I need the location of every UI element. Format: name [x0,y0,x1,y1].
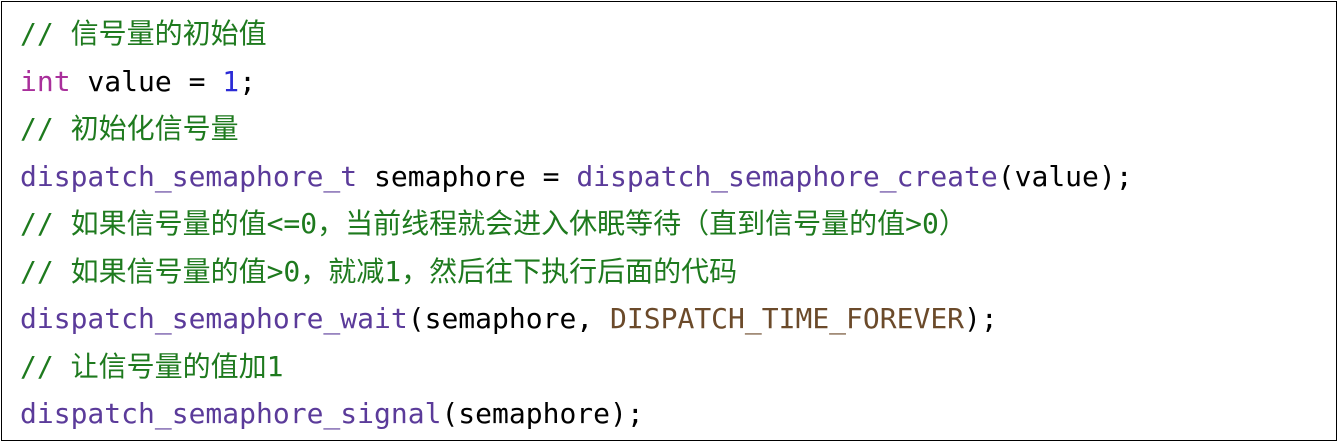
comment-initial-value: // 信号量的初始值 [20,17,267,50]
code-line-4: dispatch_semaphore_t semaphore = dispatc… [20,153,1336,201]
wait-arguments-open: (semaphore, [407,302,611,335]
code-snippet-frame: // 信号量的初始值 int value = 1;// 初始化信号量 dispatc… [1,1,1337,441]
comment-decrement-behavior: // 如果信号量的值>0，就减1，然后往下执行后面的代码 [20,254,738,288]
func-semaphore-signal: dispatch_semaphore_signal [20,397,442,430]
code-line-1: // 信号量的初始值 [20,10,1336,58]
create-arguments: (value); [997,159,1133,193]
code-line-9: dispatch_semaphore_signal(semaphore); [20,390,1336,438]
func-semaphore-create: dispatch_semaphore_create [576,159,998,193]
value-declaration: value = [70,64,223,98]
code-line-3: // 初始化信号量 [20,105,1336,153]
wait-arguments-close: ); [964,302,998,335]
comment-increment: // 让信号量的值加1 [20,349,284,383]
comment-wait-behavior: // 如果信号量的值<=0，当前线程就会进入休眠等待（直到信号量的值>0） [20,207,967,240]
signal-arguments: (semaphore); [441,397,644,430]
func-semaphore-wait: dispatch_semaphore_wait [20,302,408,335]
semicolon: ; [239,64,257,98]
number-literal: 1 [222,64,240,98]
code-line-7: dispatch_semaphore_wait(semaphore, DISPA… [20,295,1336,343]
code-line-2: int value = 1; [20,58,1336,106]
code-line-5: // 如果信号量的值<=0，当前线程就会进入休眠等待（直到信号量的值>0） [20,200,1336,248]
type-dispatch-semaphore-t: dispatch_semaphore_t [20,159,358,193]
code-block: // 信号量的初始值 int value = 1;// 初始化信号量 dispatc… [20,10,1336,438]
keyword-int: int [20,64,71,98]
comment-init-semaphore: // 初始化信号量 [20,112,239,145]
code-line-6: // 如果信号量的值>0，就减1，然后往下执行后面的代码 [20,248,1336,296]
semaphore-assignment: semaphore = [357,159,577,193]
code-line-8: // 让信号量的值加1 [20,343,1336,391]
constant-time-forever: DISPATCH_TIME_FOREVER [610,302,965,335]
